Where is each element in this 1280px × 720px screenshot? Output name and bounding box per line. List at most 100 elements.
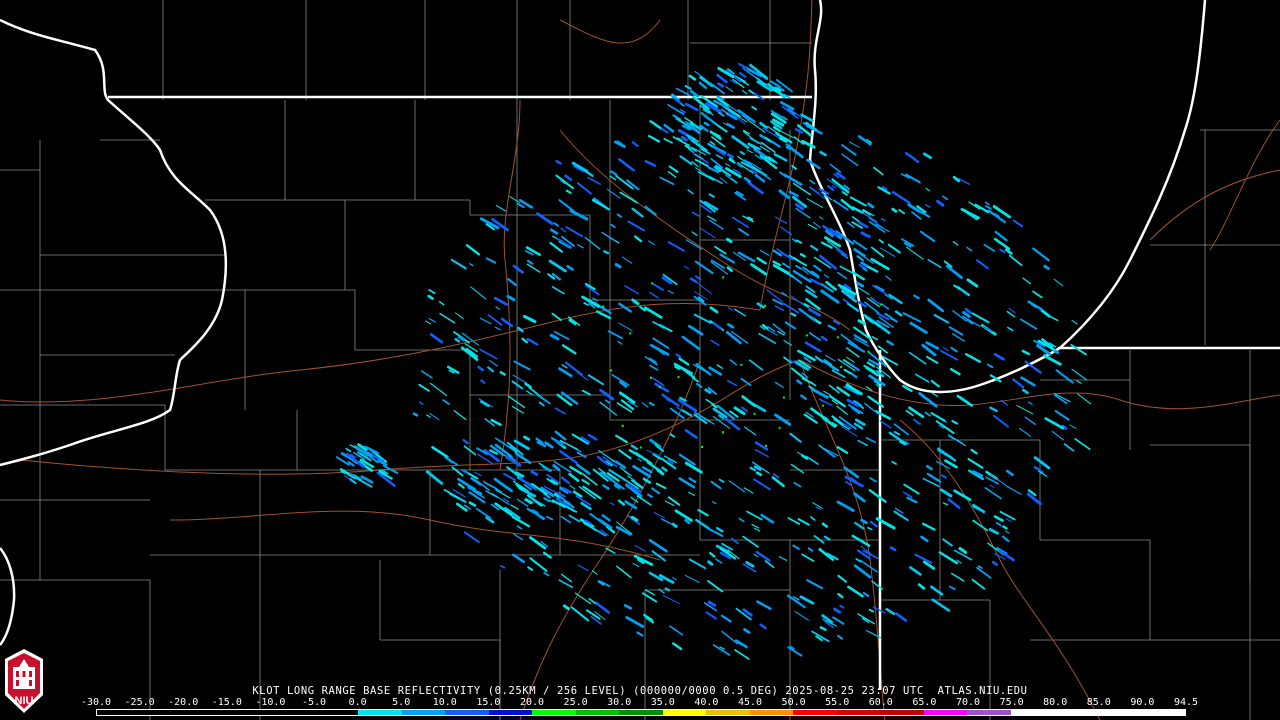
echo-streak <box>509 196 520 203</box>
echo-streak <box>609 170 618 176</box>
echo-streak <box>745 561 755 568</box>
echo-streak <box>681 409 693 417</box>
echo-streak <box>856 255 864 262</box>
echo-streak <box>829 163 842 173</box>
echo-streak <box>856 281 864 288</box>
echo-streak <box>1074 437 1091 451</box>
echo-streak <box>905 409 914 417</box>
echo-streak <box>992 414 1009 428</box>
echo-streak <box>708 175 723 185</box>
echo-streak <box>450 258 467 270</box>
echo-streak <box>805 455 819 465</box>
echo-streak <box>538 401 545 407</box>
echo-streak <box>836 445 849 455</box>
echo-streak <box>923 152 932 160</box>
scale-tick-label: 10.0 <box>432 697 457 708</box>
echo-streak <box>617 340 623 345</box>
colorbar-segment <box>271 710 315 715</box>
product-caption: KLOT LONG RANGE BASE REFLECTIVITY (0.25K… <box>252 685 1028 697</box>
echo-streak <box>700 228 716 239</box>
echo-streak <box>561 344 577 355</box>
echo-streak <box>707 560 714 566</box>
echo-streak <box>412 412 419 417</box>
echo-streak <box>917 583 926 590</box>
echo-streak <box>774 305 785 311</box>
echo-streak <box>663 123 675 133</box>
echo-speckle <box>621 424 624 427</box>
echo-speckle <box>658 386 661 389</box>
echo-streak <box>1063 443 1075 452</box>
echo-streak <box>603 250 610 255</box>
echo-streak <box>756 257 767 265</box>
echo-streak <box>711 501 717 505</box>
echo-streak <box>715 526 724 533</box>
echo-streak <box>695 518 710 530</box>
echo-streak <box>737 108 756 123</box>
echo-streak <box>634 544 646 552</box>
echo-streak <box>905 173 921 184</box>
echo-streak <box>684 84 692 90</box>
echo-streak <box>695 362 712 376</box>
echo-streak <box>662 595 681 605</box>
echo-streak <box>558 199 575 212</box>
echo-streak <box>1005 518 1012 523</box>
echo-streak <box>1008 307 1016 314</box>
echo-streak <box>495 306 501 310</box>
echo-streak <box>507 395 526 408</box>
echo-streak <box>772 249 782 257</box>
echo-streak <box>551 312 563 322</box>
echo-streak <box>894 310 903 317</box>
echo-streak <box>576 243 584 249</box>
echo-streak <box>644 589 655 596</box>
scale-tick-label: 35.0 <box>650 697 675 708</box>
echo-streak <box>909 321 928 334</box>
scale-tick-label: 80.0 <box>1043 697 1068 708</box>
echo-streak <box>734 308 747 317</box>
echo-streak <box>950 572 965 582</box>
echo-streak <box>948 326 964 336</box>
echo-streak <box>649 120 663 130</box>
echo-streak <box>818 216 824 220</box>
echo-streak <box>938 551 959 565</box>
echo-streak <box>891 207 898 213</box>
echo-streak <box>948 585 956 591</box>
echo-streak <box>919 230 936 243</box>
echo-streak <box>853 248 866 258</box>
echo-streak <box>871 335 878 341</box>
echo-streak <box>480 379 486 384</box>
echo-streak <box>689 277 698 284</box>
echo-streak <box>684 518 691 525</box>
echo-streak <box>418 383 430 392</box>
echo-streak <box>576 182 592 195</box>
echo-streak <box>799 253 806 258</box>
echo-speckle <box>677 376 680 379</box>
echo-streak <box>691 231 698 236</box>
echo-streak <box>526 263 541 273</box>
scale-tick-label: 70.0 <box>955 697 981 708</box>
echo-streak <box>836 405 848 415</box>
echo-streak <box>873 166 884 176</box>
echo-streak <box>599 401 618 416</box>
echo-streak <box>818 398 832 406</box>
echo-streak <box>906 246 924 260</box>
echo-streak <box>941 474 947 479</box>
echo-streak <box>560 515 572 524</box>
echo-streak <box>709 140 716 146</box>
echo-streak <box>582 473 598 486</box>
echo-streak <box>605 547 616 554</box>
echo-streak <box>618 322 633 332</box>
colorbar-segment <box>1010 710 1055 715</box>
echo-streak <box>679 155 693 165</box>
echo-streak <box>931 392 939 397</box>
echo-streak <box>569 484 576 490</box>
echo-streak <box>549 333 560 341</box>
echo-streak <box>988 527 999 535</box>
echo-streak <box>809 278 821 286</box>
colorbar-segment <box>314 710 359 715</box>
echo-streak <box>1032 290 1043 299</box>
echo-streak <box>660 127 669 134</box>
echo-streak <box>796 379 803 385</box>
echo-streak <box>870 296 876 302</box>
echo-streak <box>846 302 859 312</box>
colorbar-segment <box>923 710 968 715</box>
